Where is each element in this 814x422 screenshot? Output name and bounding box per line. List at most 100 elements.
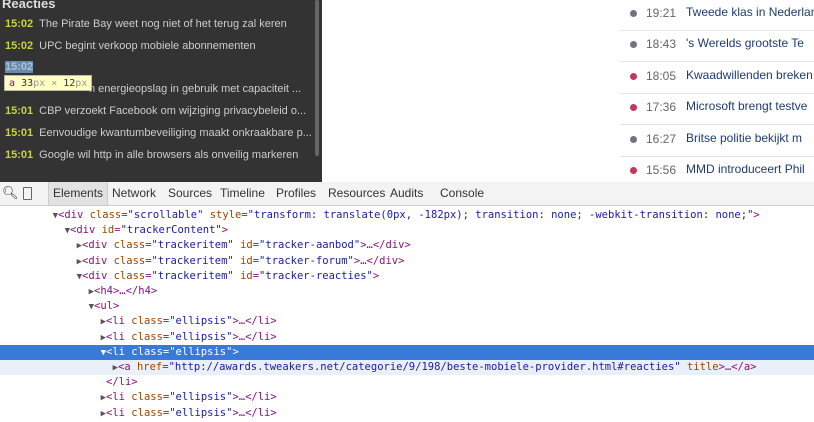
dom-token: >…</div> xyxy=(353,254,405,267)
search-icon[interactable]: 🔍︎ xyxy=(2,185,19,201)
tracker-item[interactable]: 15:01 Google wil http in alle browsers al… xyxy=(5,148,298,162)
dom-token: "ellipsis" xyxy=(169,345,233,358)
dom-token: style xyxy=(209,209,242,221)
tracker-title[interactable]: n energieopslag in gebruik met capacitei… xyxy=(89,83,301,95)
devtools-toolbar: 🔍︎ Elements Network Sources Timeline Profile… xyxy=(0,182,814,206)
dom-node-line[interactable]: </li> xyxy=(0,375,814,390)
tab-elements[interactable]: Elements xyxy=(48,182,109,205)
news-title[interactable]: 's Werelds grootste Te xyxy=(686,36,804,50)
dom-node-line[interactable]: ▼<div class="scrollable" style="transfor… xyxy=(0,208,814,223)
news-item[interactable]: 18:43 's Werelds grootste Te xyxy=(620,31,814,62)
tracker-title[interactable]: CBP verzoekt Facebook om wijziging priva… xyxy=(39,105,306,117)
news-title[interactable]: Britse politie bekijkt m xyxy=(686,131,802,145)
dom-token: >…</div> xyxy=(360,239,411,252)
dom-node-line[interactable]: ▶<li class="ellipsis">…</li> xyxy=(0,314,814,329)
collapsed-triangle-icon[interactable]: ▶ xyxy=(0,255,82,270)
tracker-title[interactable]: UPC begint verkoop mobiele abonnementen xyxy=(39,40,255,52)
dom-node-line[interactable]: ▼<li class="ellipsis"> xyxy=(0,344,814,361)
dom-token: <a xyxy=(118,361,137,373)
dom-token: "transform: translate(0px, -182px); tran… xyxy=(247,209,754,221)
dom-token: href xyxy=(136,361,163,373)
dom-node-line[interactable]: ▶<h4>…</h4> xyxy=(0,284,814,299)
tracker-item[interactable]: 15:02 UPC begint verkoop mobiele abonneme… xyxy=(5,39,256,53)
dom-token: >…</li> xyxy=(232,391,277,404)
tracker-item[interactable]: 15:02 xyxy=(5,60,39,74)
dom-token: class xyxy=(89,209,122,221)
dom-token: class xyxy=(131,330,163,343)
collapsed-triangle-icon[interactable]: ▶ xyxy=(0,391,106,406)
collapsed-triangle-icon[interactable]: ▶ xyxy=(0,331,106,346)
expanded-triangle-icon[interactable]: ▼ xyxy=(0,209,58,224)
tooltip-times: × xyxy=(51,78,58,89)
dom-node-line[interactable]: ▶<a href="http://awards.tweakers.net/cat… xyxy=(0,360,814,375)
dom-token: "ellipsis" xyxy=(169,330,233,343)
dom-node-line[interactable]: ▶<li class="ellipsis">…</li> xyxy=(0,390,814,405)
news-title[interactable]: MMD introduceert Phil xyxy=(686,162,805,176)
dom-token: <li xyxy=(106,406,132,419)
collapsed-triangle-icon[interactable]: ▶ xyxy=(0,315,106,330)
dom-token: <li xyxy=(106,345,132,358)
dom-token: <div xyxy=(82,239,114,252)
expanded-triangle-icon[interactable]: ▼ xyxy=(0,224,70,239)
dom-node-line[interactable]: ▶<div class="trackeritem" id="tracker-fo… xyxy=(0,254,814,269)
tracker-title[interactable]: The Pirate Bay weet nog niet of het teru… xyxy=(39,18,287,30)
dom-token: class xyxy=(113,269,146,282)
tracker-time: 15:01 xyxy=(5,105,34,117)
dom-token: "trackerContent" xyxy=(120,224,222,237)
tab-network[interactable]: Network xyxy=(108,182,160,205)
tracker-time: 15:02 xyxy=(5,40,34,52)
news-time: 18:05 xyxy=(646,69,677,83)
news-title[interactable]: Microsoft brengt testve xyxy=(686,99,807,113)
expanded-triangle-icon[interactable]: ▼ xyxy=(0,270,82,285)
collapsed-triangle-icon[interactable]: ▶ xyxy=(0,285,94,300)
expanded-triangle-icon[interactable]: ▼ xyxy=(0,300,94,315)
dom-node-line[interactable]: ▼<div id="trackerContent"> xyxy=(0,223,814,238)
news-item[interactable]: 18:05 Kwaadwillenden breken xyxy=(620,63,814,94)
dom-token: > xyxy=(372,269,380,282)
tracker-title[interactable]: Eenvoudige kwantumbeveiliging maakt onkr… xyxy=(39,127,312,139)
dom-node-line[interactable]: ▼<ul> xyxy=(0,299,814,314)
news-time: 17:36 xyxy=(646,100,677,114)
dom-token: > xyxy=(221,224,229,237)
dom-token: >…</a> xyxy=(718,361,757,373)
tab-console[interactable]: Console xyxy=(436,182,488,205)
news-item[interactable]: 17:36 Microsoft brengt testve xyxy=(620,94,814,125)
tab-audits[interactable]: Audits xyxy=(386,182,427,205)
news-item[interactable]: 19:21 Tweede klas in Nederland xyxy=(620,0,814,31)
tracker-title[interactable]: Google wil http in alle browsers als onv… xyxy=(39,149,298,161)
news-title[interactable]: Tweede klas in Nederland xyxy=(686,5,814,19)
bullet-dot-icon xyxy=(630,167,637,174)
dom-token: class xyxy=(131,315,163,328)
collapsed-triangle-icon[interactable]: ▶ xyxy=(0,407,106,422)
news-item[interactable]: 16:27 Britse politie bekijkt m xyxy=(620,126,814,157)
tracker-item[interactable]: 15:01 Eenvoudige kwantumbeveiliging maakt… xyxy=(5,126,312,140)
dom-node-line[interactable]: ▶<div class="trackeritem" id="tracker-aa… xyxy=(0,238,814,253)
dom-token: "tracker-aanbod" xyxy=(259,239,361,252)
scrollbar[interactable] xyxy=(315,0,319,156)
tab-profiles[interactable]: Profiles xyxy=(272,182,320,205)
dom-token: <li xyxy=(106,391,132,404)
dom-node-line[interactable]: ▼<div class="trackeritem" id="tracker-re… xyxy=(0,269,814,284)
dom-token: > xyxy=(232,345,239,358)
news-title[interactable]: Kwaadwillenden breken xyxy=(686,68,813,82)
tracker-time: 15:02 xyxy=(5,18,34,30)
bullet-dot-icon xyxy=(630,104,637,111)
dom-node-line[interactable]: ▶<li class="ellipsis">…</li> xyxy=(0,330,814,345)
tab-sources[interactable]: Sources xyxy=(164,182,216,205)
expanded-triangle-icon[interactable]: ▼ xyxy=(0,346,106,361)
collapsed-triangle-icon[interactable]: ▶ xyxy=(0,239,82,254)
tab-resources[interactable]: Resources xyxy=(324,182,389,205)
news-time: 18:43 xyxy=(646,37,677,51)
dom-token: <h4>…</h4> xyxy=(94,285,158,297)
tooltip-width: 33 xyxy=(21,78,34,89)
dom-token: <li xyxy=(106,330,132,343)
tooltip-unit: px xyxy=(75,78,88,89)
tab-timeline[interactable]: Timeline xyxy=(216,182,269,205)
dom-token: <li xyxy=(106,315,132,328)
tracker-item[interactable]: 15:02 The Pirate Bay weet nog niet of het… xyxy=(5,17,287,31)
device-mode-icon[interactable] xyxy=(23,187,32,200)
dom-token: <div xyxy=(70,224,102,237)
dom-node-line[interactable]: ▶<li class="ellipsis">…</li> xyxy=(0,406,814,421)
tracker-item[interactable]: 15:01 CBP verzoekt Facebook om wijziging … xyxy=(5,104,306,118)
collapsed-triangle-icon[interactable]: ▶ xyxy=(0,361,118,376)
